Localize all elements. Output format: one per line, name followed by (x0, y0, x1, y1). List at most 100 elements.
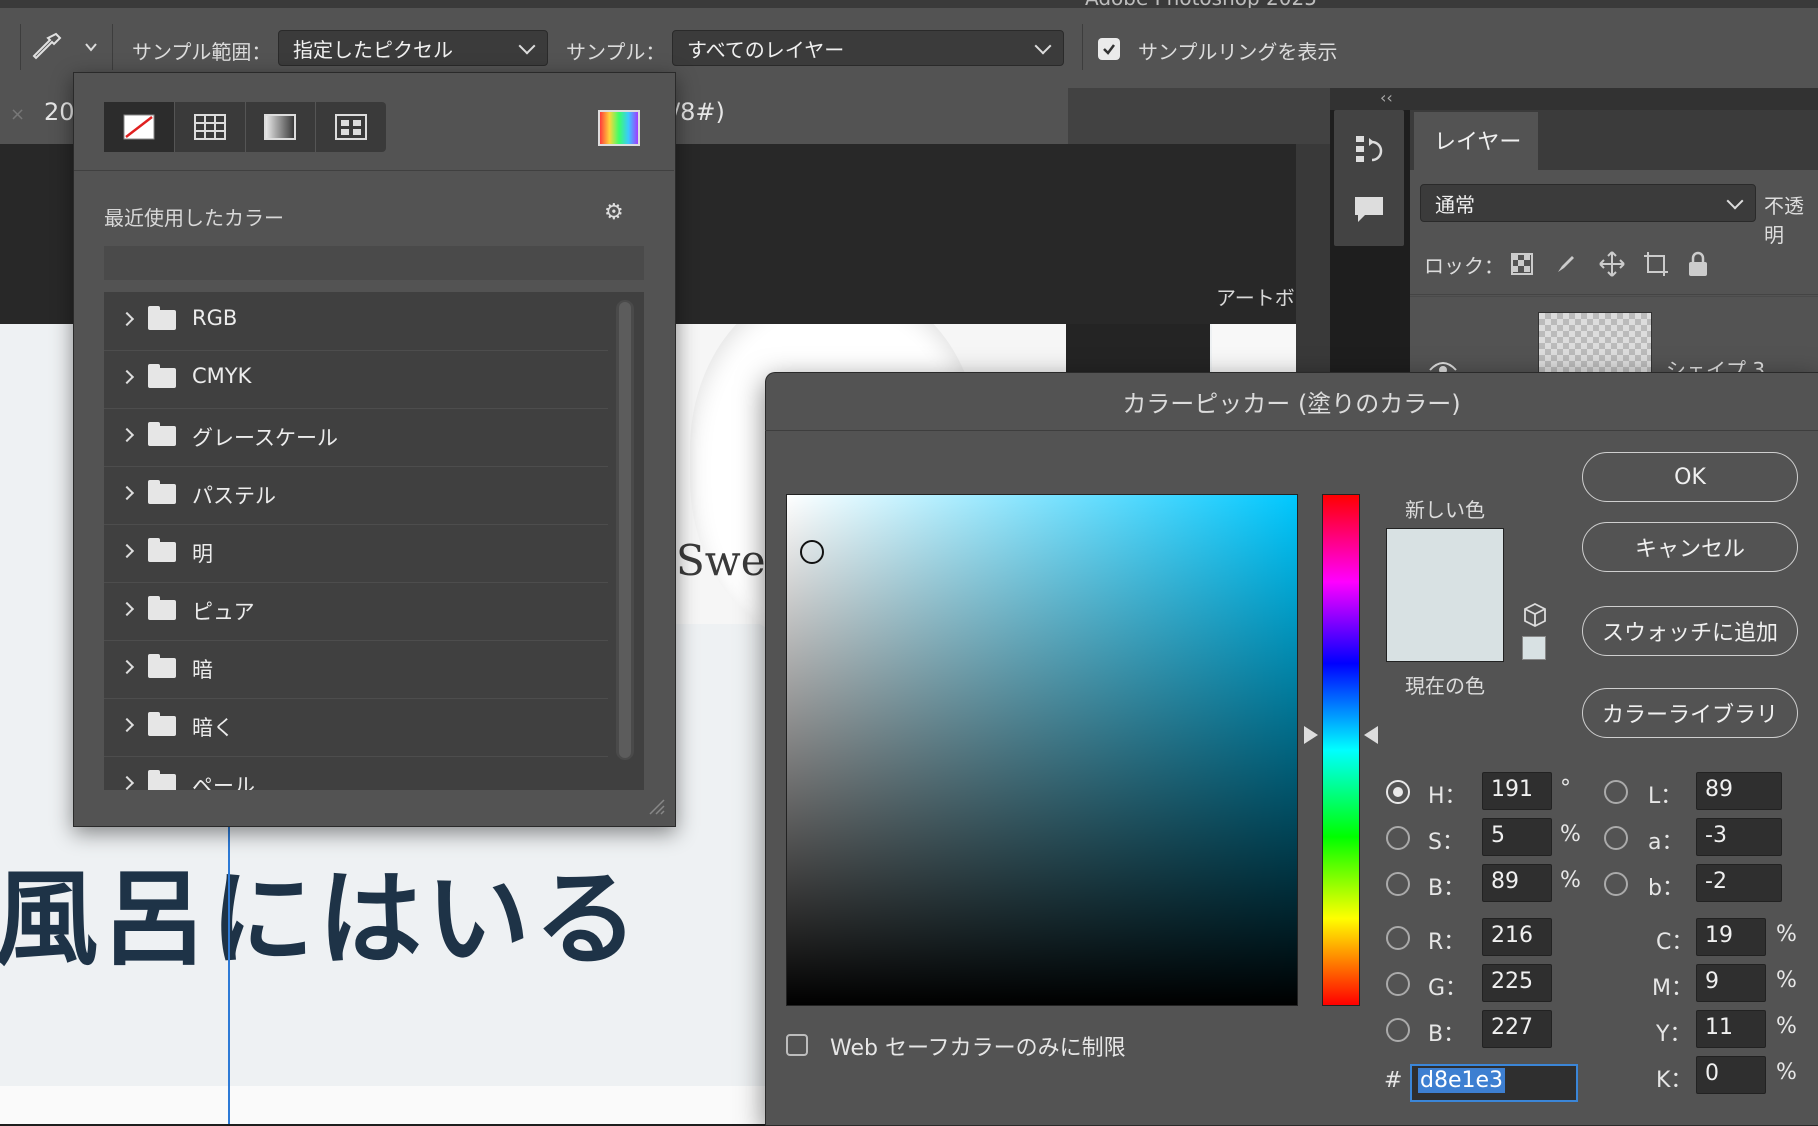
green-input[interactable]: 225 (1482, 964, 1552, 1002)
web-safe-swatch[interactable] (1522, 636, 1546, 660)
yellow-input[interactable]: 11 (1696, 1010, 1766, 1048)
gradient-view-button[interactable] (246, 102, 317, 152)
magenta-input[interactable]: 9 (1696, 964, 1766, 1002)
history-icon[interactable] (1352, 132, 1386, 166)
checkmark-icon (1103, 44, 1115, 55)
web-safe-checkbox[interactable] (786, 1034, 808, 1056)
panel-collapse-bar[interactable]: ‹‹ (1330, 88, 1818, 110)
recent-colors-strip[interactable] (104, 246, 644, 280)
blend-mode-select[interactable]: 通常 (1420, 184, 1756, 222)
chevron-right-icon[interactable] (119, 659, 135, 675)
swatch-folder-item[interactable]: ピュア (104, 582, 608, 641)
swatch-folder-item[interactable]: 明 (104, 524, 608, 583)
folder-list-scrollbar[interactable] (616, 300, 634, 760)
brightness-radio[interactable] (1386, 872, 1410, 896)
swatch-folder-item[interactable]: RGB (104, 292, 608, 351)
swatch-folder-item[interactable]: CMYK (104, 350, 608, 409)
color-libraries-button[interactable]: カラーライブラリ (1582, 688, 1798, 738)
document-tab[interactable]: × 20 (0, 88, 78, 144)
swatch-folder-item[interactable]: ペール (104, 756, 608, 790)
dialog-title-bar[interactable]: カラーピッカー (塗りのカラー) (765, 372, 1818, 431)
chevron-right-icon[interactable] (119, 369, 135, 385)
chevron-right-icon[interactable] (119, 485, 135, 501)
options-divider (20, 24, 21, 70)
current-color-swatch[interactable] (1387, 595, 1503, 661)
chevron-right-icon[interactable] (119, 311, 135, 327)
chevron-right-icon[interactable] (119, 601, 135, 617)
ok-button[interactable]: OK (1582, 452, 1798, 502)
lock-position-icon[interactable] (1598, 250, 1626, 278)
hex-input[interactable]: d8e1e3 (1410, 1064, 1578, 1102)
swatch-folder-item[interactable]: 暗く (104, 698, 608, 757)
cube-icon[interactable] (1522, 602, 1548, 628)
folder-icon (148, 480, 176, 504)
sample-range-select[interactable]: 指定したピクセル (278, 30, 548, 66)
document-tab-title-fragment[interactable]: /8#) (668, 88, 1068, 144)
scrollbar-thumb[interactable] (619, 302, 631, 758)
tab-layers-label: レイヤー (1434, 130, 1522, 155)
chevron-right-icon[interactable] (119, 543, 135, 559)
hue-slider-right-arrow[interactable] (1364, 726, 1378, 744)
chevron-down-icon[interactable] (84, 40, 98, 54)
b-channel-label: b： (1648, 876, 1684, 901)
swatch-folder-label: ピュア (192, 600, 255, 624)
tab-layers[interactable]: レイヤー (1414, 112, 1538, 170)
panel-icon-strip (1334, 110, 1404, 246)
brightness-input[interactable]: 89 (1482, 864, 1552, 902)
lock-all-icon[interactable] (1686, 250, 1710, 278)
black-input[interactable]: 0 (1696, 1056, 1766, 1094)
lock-transparent-icon[interactable] (1510, 252, 1534, 276)
a-channel-radio[interactable] (1604, 826, 1628, 850)
hue-radio[interactable] (1386, 780, 1410, 804)
grid-view-button[interactable] (175, 102, 246, 152)
color-spectrum-button[interactable] (598, 110, 640, 146)
lock-artboard-icon[interactable] (1642, 250, 1670, 278)
chevron-right-icon[interactable] (119, 775, 135, 790)
lock-pixels-icon[interactable] (1554, 252, 1578, 276)
cyan-unit: % (1776, 922, 1797, 947)
hue-input[interactable]: 191 (1482, 772, 1552, 810)
swatch-folder-item[interactable]: グレースケール (104, 408, 608, 467)
cyan-input[interactable]: 19 (1696, 918, 1766, 956)
color-field-cursor[interactable] (800, 540, 824, 564)
cancel-button[interactable]: キャンセル (1582, 522, 1798, 572)
saturation-input[interactable]: 5 (1482, 818, 1552, 856)
chevron-right-icon[interactable] (119, 717, 135, 733)
resize-grip-icon[interactable] (646, 796, 666, 816)
green-radio[interactable] (1386, 972, 1410, 996)
web-safe-label: Web セーフカラーのみに制限 (830, 1036, 1126, 1061)
gear-icon[interactable]: ⚙ (604, 200, 624, 225)
lightness-input[interactable]: 89 (1696, 772, 1782, 810)
blue-radio[interactable] (1386, 1018, 1410, 1042)
swatch-folder-item[interactable]: パステル (104, 466, 608, 525)
pattern-view-button[interactable] (316, 102, 386, 152)
show-sampling-ring-checkbox[interactable] (1098, 38, 1120, 60)
saturation-radio[interactable] (1386, 826, 1410, 850)
hue-slider[interactable] (1322, 494, 1360, 1006)
a-channel-input[interactable]: -3 (1696, 818, 1782, 856)
blue-input[interactable]: 227 (1482, 1010, 1552, 1048)
hue-slider-left-arrow[interactable] (1304, 726, 1318, 744)
swatch-folder-list: RGB CMYK グレースケール パステル明ピュア暗暗く ペール (104, 292, 644, 790)
close-icon[interactable]: × (10, 104, 25, 125)
artboard-label[interactable]: アートボ (1216, 282, 1295, 311)
b-channel-radio[interactable] (1604, 872, 1628, 896)
hue-unit: ° (1560, 776, 1571, 801)
sample-select[interactable]: すべてのレイヤー (672, 30, 1064, 66)
red-radio[interactable] (1386, 926, 1410, 950)
app-title: Adobe Photoshop 2025 (1085, 0, 1317, 8)
chevron-right-icon[interactable] (119, 427, 135, 443)
none-color-button[interactable] (104, 102, 175, 152)
layer-thumbnail[interactable] (1538, 312, 1652, 378)
add-to-swatches-button[interactable]: スウォッチに追加 (1582, 606, 1798, 656)
lock-row: ロック： (1410, 238, 1818, 295)
comment-icon[interactable] (1352, 192, 1386, 226)
lightness-radio[interactable] (1604, 780, 1628, 804)
collapse-icon[interactable]: ‹‹ (1380, 88, 1393, 107)
color-field[interactable] (786, 494, 1298, 1006)
red-input[interactable]: 216 (1482, 918, 1552, 956)
eyedropper-icon[interactable] (30, 30, 64, 64)
swatch-folder-item[interactable]: 暗 (104, 640, 608, 699)
document-tab-title: 20 (44, 98, 75, 126)
b-channel-input[interactable]: -2 (1696, 864, 1782, 902)
